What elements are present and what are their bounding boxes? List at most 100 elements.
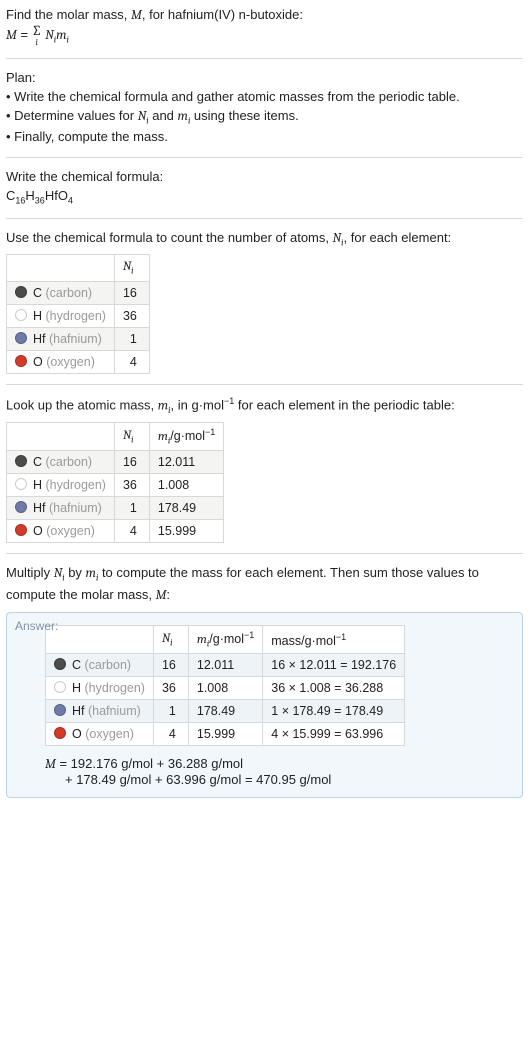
symbol: O bbox=[33, 355, 43, 369]
exp: −1 bbox=[244, 630, 254, 640]
elem: O bbox=[58, 188, 68, 203]
element-swatch-icon bbox=[54, 681, 66, 693]
m-cell: 178.49 bbox=[149, 497, 223, 520]
text: : bbox=[166, 587, 170, 602]
symbol: H bbox=[33, 478, 42, 492]
var-M: M bbox=[131, 8, 142, 23]
col-N: Ni bbox=[153, 625, 188, 654]
result-line1: M = 192.176 g/mol + 36.288 g/mol bbox=[45, 756, 512, 772]
n-cell: 4 bbox=[114, 520, 149, 543]
text: Multiply bbox=[6, 565, 54, 580]
unit: /g·mol bbox=[170, 429, 205, 443]
var-m: m bbox=[197, 633, 207, 647]
element-swatch-icon bbox=[15, 478, 27, 490]
var-M: M bbox=[45, 757, 56, 772]
var-N: N bbox=[333, 231, 342, 246]
symbol: O bbox=[72, 727, 82, 741]
intro-line1: Find the molar mass, M, for hafnium(IV) … bbox=[6, 6, 523, 26]
name: (oxygen) bbox=[85, 727, 134, 741]
element-cell: Hf (hafnium) bbox=[46, 700, 154, 723]
element-swatch-icon bbox=[15, 355, 27, 367]
exp: −1 bbox=[336, 632, 346, 642]
formula-title: Write the chemical formula: bbox=[6, 168, 523, 187]
table-row: H (hydrogen) 36 1.008 36 × 1.008 = 36.28… bbox=[46, 677, 405, 700]
intro-section: Find the molar mass, M, for hafnium(IV) … bbox=[6, 4, 523, 59]
m-cell: 15.999 bbox=[188, 723, 262, 746]
element-cell: C (carbon) bbox=[46, 654, 154, 677]
var-M: M bbox=[156, 588, 167, 603]
var-m: m bbox=[178, 109, 188, 124]
multiply-section: Multiply Ni by mi to compute the mass fo… bbox=[6, 562, 523, 808]
count-section: Use the chemical formula to count the nu… bbox=[6, 227, 523, 385]
exp: −1 bbox=[205, 427, 215, 437]
symbol: H bbox=[33, 309, 42, 323]
count: 36 bbox=[35, 195, 45, 205]
element-cell: Hf (hafnium) bbox=[7, 327, 115, 350]
blank-header bbox=[7, 255, 115, 282]
var-m: m bbox=[158, 430, 168, 444]
text: by bbox=[65, 565, 86, 580]
name: (carbon) bbox=[46, 286, 93, 300]
table-row: H (hydrogen) 36 bbox=[7, 304, 150, 327]
eq-sign: = bbox=[17, 27, 32, 42]
element-swatch-icon bbox=[15, 309, 27, 321]
element-cell: C (carbon) bbox=[7, 281, 115, 304]
elem: H bbox=[25, 188, 34, 203]
plan-bullet: • Determine values for Ni and mi using t… bbox=[6, 107, 523, 129]
mass-cell: 1 × 178.49 = 178.49 bbox=[263, 700, 405, 723]
m-cell: 12.011 bbox=[188, 654, 262, 677]
text: using these items. bbox=[190, 108, 298, 123]
element-swatch-icon bbox=[15, 455, 27, 467]
element-swatch-icon bbox=[54, 704, 66, 716]
count-table: Ni C (carbon) 16 H (hydrogen) 36 Hf (haf… bbox=[6, 254, 150, 374]
atomic-table: Ni mi/g·mol−1 C (carbon) 16 12.011 H (hy… bbox=[6, 422, 224, 544]
table-row: Ni mi/g·mol−1 bbox=[7, 422, 224, 451]
chemical-formula: C16H36HfO4 bbox=[6, 187, 523, 208]
atomic-section: Look up the atomic mass, mi, in g·mol−1 … bbox=[6, 393, 523, 555]
name: (hafnium) bbox=[88, 704, 141, 718]
symbol: C bbox=[72, 658, 81, 672]
element-cell: H (hydrogen) bbox=[7, 474, 115, 497]
col-N: Ni bbox=[114, 422, 149, 451]
element-swatch-icon bbox=[54, 658, 66, 670]
plan-bullet: • Write the chemical formula and gather … bbox=[6, 88, 523, 107]
result-line2: + 178.49 g/mol + 63.996 g/mol = 470.95 g… bbox=[45, 772, 512, 787]
symbol: Hf bbox=[72, 704, 85, 718]
n-cell: 4 bbox=[114, 350, 149, 373]
name: (carbon) bbox=[46, 455, 93, 469]
table-row: O (oxygen) 4 15.999 4 × 15.999 = 63.996 bbox=[46, 723, 405, 746]
name: (carbon) bbox=[85, 658, 132, 672]
element-swatch-icon bbox=[15, 332, 27, 344]
text: = 192.176 g/mol + 36.288 g/mol bbox=[56, 756, 243, 771]
text: and bbox=[149, 108, 178, 123]
name: (hydrogen) bbox=[46, 309, 106, 323]
var-N: N bbox=[45, 28, 54, 43]
sub-i: i bbox=[170, 638, 172, 648]
var-N: N bbox=[138, 109, 147, 124]
text: , for hafnium(IV) n-butoxide: bbox=[142, 7, 303, 22]
col-mass: mass/g·mol−1 bbox=[263, 625, 405, 654]
name: (hydrogen) bbox=[46, 478, 106, 492]
table-row: Ni bbox=[7, 255, 150, 282]
exp: −1 bbox=[224, 396, 234, 406]
n-cell: 36 bbox=[114, 304, 149, 327]
plan-section: Plan: • Write the chemical formula and g… bbox=[6, 67, 523, 158]
sub-i: i bbox=[131, 267, 133, 277]
table-row: Hf (hafnium) 1 178.49 bbox=[7, 497, 224, 520]
plan-title: Plan: bbox=[6, 69, 523, 88]
text: Find the molar mass, bbox=[6, 7, 131, 22]
name: (oxygen) bbox=[46, 524, 95, 538]
symbol: C bbox=[33, 286, 42, 300]
count: 4 bbox=[68, 195, 73, 205]
formula-section: Write the chemical formula: C16H36HfO4 bbox=[6, 166, 523, 218]
plan-bullet: • Finally, compute the mass. bbox=[6, 128, 523, 147]
table-row: Hf (hafnium) 1 bbox=[7, 327, 150, 350]
unit: /g·mol bbox=[209, 632, 244, 646]
mass-cell: 36 × 1.008 = 36.288 bbox=[263, 677, 405, 700]
table-row: Hf (hafnium) 1 178.49 1 × 178.49 = 178.4… bbox=[46, 700, 405, 723]
unit: mass/g·mol bbox=[271, 634, 336, 648]
element-swatch-icon bbox=[54, 727, 66, 739]
table-row: C (carbon) 16 bbox=[7, 281, 150, 304]
symbol: Hf bbox=[33, 332, 46, 346]
name: (oxygen) bbox=[46, 355, 95, 369]
